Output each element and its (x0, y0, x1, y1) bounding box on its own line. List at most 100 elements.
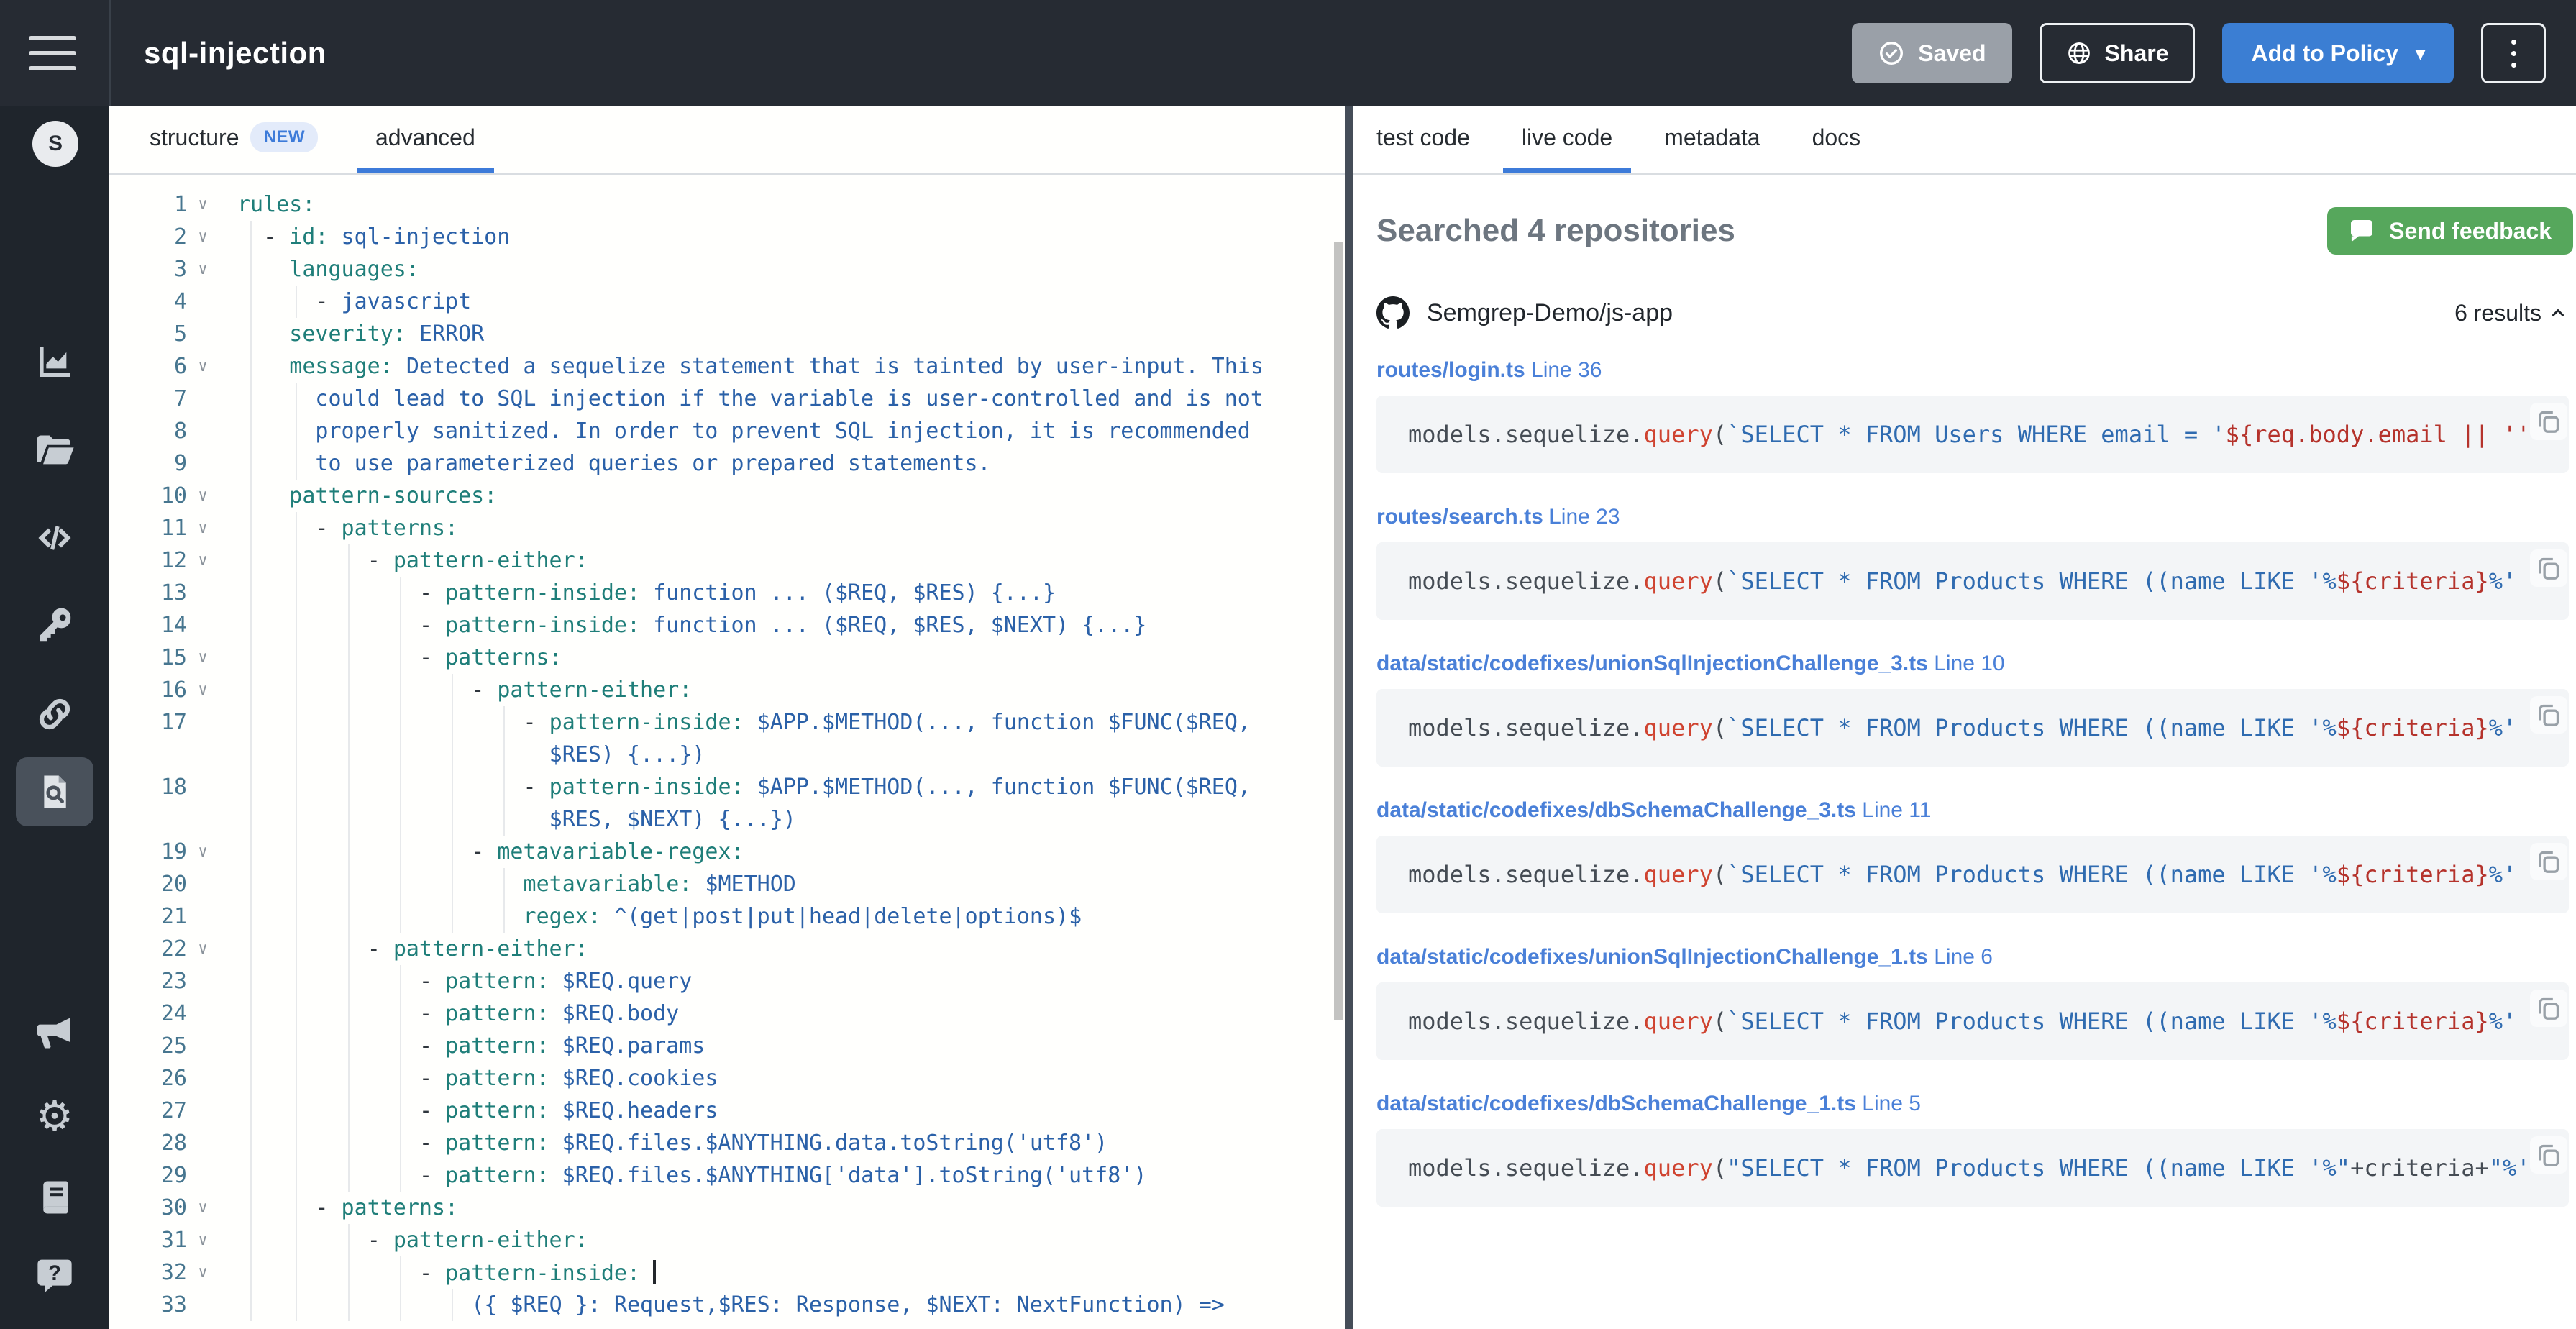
fold-chevron-icon[interactable]: ∨ (187, 228, 219, 246)
result-file-name[interactable]: data/static/codefixes/unionSqlInjectionC… (1376, 652, 1928, 675)
fold-chevron-icon[interactable]: ∨ (187, 649, 219, 667)
fold-chevron-icon[interactable]: ∨ (187, 552, 219, 570)
tab-structure[interactable]: structure NEW (131, 106, 337, 173)
avatar[interactable]: S (32, 121, 78, 167)
code-line: 25- pattern: $REQ.params (109, 1030, 1345, 1062)
result-file-link[interactable]: data/static/codefixes/dbSchemaChallenge_… (1376, 1092, 2569, 1116)
settings-gear-icon[interactable]: ⚙ (0, 1092, 109, 1142)
line-number: 23 (109, 969, 187, 994)
code-lines: 1∨rules:2∨- id: sql-injection3∨languages… (109, 188, 1345, 1321)
code-line: 28- pattern: $REQ.files.$ANYTHING.data.t… (109, 1127, 1345, 1159)
fold-chevron-icon[interactable]: ∨ (187, 1231, 219, 1249)
copy-icon[interactable] (2530, 843, 2567, 880)
fold-chevron-icon[interactable]: ∨ (187, 940, 219, 958)
result-code-block: models.sequelize.query(`SELECT * FROM Us… (1376, 396, 2569, 473)
code-line: 10∨pattern-sources: (109, 480, 1345, 512)
fold-chevron-icon[interactable]: ∨ (187, 196, 219, 214)
code-line: 4- javascript (109, 286, 1345, 318)
docs-book-icon[interactable] (0, 1172, 109, 1223)
line-number: 26 (109, 1066, 187, 1091)
result-file-link[interactable]: data/static/codefixes/dbSchemaChallenge_… (1376, 798, 2569, 823)
result-file-name[interactable]: routes/search.ts (1376, 505, 1543, 529)
result-line-label: Line 5 (1856, 1092, 1921, 1115)
code-line: 27- pattern: $REQ.headers (109, 1095, 1345, 1127)
fold-chevron-icon[interactable]: ∨ (187, 1199, 219, 1217)
code-line: 22∨- pattern-either: (109, 933, 1345, 965)
fold-chevron-icon[interactable]: ∨ (187, 1264, 219, 1282)
announcements-megaphone-icon[interactable] (0, 1008, 109, 1059)
line-number: 2 (109, 224, 187, 250)
code-line: 8properly sanitized. In order to prevent… (109, 415, 1345, 447)
fold-chevron-icon[interactable]: ∨ (187, 519, 219, 537)
api-key-icon[interactable] (0, 601, 109, 652)
globe-icon (2066, 40, 2092, 66)
copy-icon[interactable] (2530, 403, 2567, 440)
result-file-link[interactable]: routes/login.ts Line 36 (1376, 358, 2569, 383)
tab-advanced[interactable]: advanced (357, 106, 494, 173)
repo-name: Semgrep-Demo/js-app (1427, 299, 2454, 327)
new-badge: NEW (250, 122, 318, 152)
result-file-name[interactable]: data/static/codefixes/unionSqlInjectionC… (1376, 945, 1928, 969)
panel-divider[interactable] (1345, 106, 1353, 1329)
saved-button[interactable]: Saved (1852, 23, 2011, 83)
code-line: 14- pattern-inside: function ... ($REQ, … (109, 609, 1345, 641)
result-file-name[interactable]: routes/login.ts (1376, 358, 1525, 382)
line-number: 19 (109, 839, 187, 864)
line-number: 4 (109, 289, 187, 314)
tab-docs[interactable]: docs (1794, 106, 1880, 173)
code-line: 5severity: ERROR (109, 318, 1345, 350)
copy-icon[interactable] (2530, 696, 2567, 734)
repo-header[interactable]: Semgrep-Demo/js-app 6 results (1376, 296, 2569, 329)
result-file-link[interactable]: routes/search.ts Line 23 (1376, 505, 2569, 529)
link-icon[interactable] (0, 689, 109, 739)
results-count-toggle[interactable]: 6 results (2454, 300, 2569, 326)
editor-document-search-icon[interactable] (16, 757, 93, 826)
result-item: routes/search.ts Line 23models.sequelize… (1376, 505, 2569, 620)
result-file-link[interactable]: data/static/codefixes/unionSqlInjectionC… (1376, 945, 2569, 969)
line-number: 21 (109, 904, 187, 929)
results-tab-bar: test code live code metadata docs (1353, 106, 2576, 175)
code-line: 20metavariable: $METHOD (109, 868, 1345, 900)
result-item: routes/login.ts Line 36 models.sequelize.… (1376, 358, 2569, 473)
line-number: 6 (109, 354, 187, 379)
send-feedback-button[interactable]: Send feedback (2327, 207, 2573, 255)
tab-test-code[interactable]: test code (1358, 106, 1489, 173)
share-button[interactable]: Share (2040, 23, 2196, 83)
line-number: 20 (109, 872, 187, 897)
tab-live-code[interactable]: live code (1503, 106, 1631, 173)
code-line: 32∨- pattern-inside: (109, 1256, 1345, 1289)
yaml-code-editor[interactable]: 1∨rules:2∨- id: sql-injection3∨languages… (109, 175, 1345, 1329)
code-line: 13- pattern-inside: function ... ($REQ, … (109, 577, 1345, 609)
fold-chevron-icon[interactable]: ∨ (187, 843, 219, 861)
line-number: 18 (109, 775, 187, 800)
copy-icon[interactable] (2530, 549, 2567, 587)
searched-heading: Searched 4 repositories (1376, 213, 1735, 249)
copy-icon[interactable] (2530, 1136, 2567, 1174)
code-icon[interactable] (0, 513, 109, 563)
code-line: 23- pattern: $REQ.query (109, 965, 1345, 997)
editor-scrollbar[interactable] (1334, 242, 1343, 1020)
code-line: 7could lead to SQL injection if the vari… (109, 383, 1345, 415)
result-file-name[interactable]: data/static/codefixes/dbSchemaChallenge_… (1376, 1092, 1856, 1115)
line-number: 3 (109, 257, 187, 282)
add-to-policy-button[interactable]: Add to Policy ▾ (2222, 23, 2454, 83)
result-line-label: Line 23 (1543, 505, 1620, 529)
analytics-icon[interactable] (0, 337, 109, 387)
fold-chevron-icon[interactable]: ∨ (187, 260, 219, 278)
line-number: 12 (109, 548, 187, 573)
fold-chevron-icon[interactable]: ∨ (187, 681, 219, 699)
hamburger-menu-icon[interactable] (29, 36, 76, 70)
tab-metadata[interactable]: metadata (1645, 106, 1778, 173)
top-bar: sql-injection Saved Share Add to Policy … (0, 0, 2576, 106)
code-line: 17- pattern-inside: $APP.$METHOD(..., fu… (109, 706, 1345, 739)
result-code-block: models.sequelize.query(`SELECT * FROM Pr… (1376, 689, 2569, 767)
fold-chevron-icon[interactable]: ∨ (187, 357, 219, 375)
fold-chevron-icon[interactable]: ∨ (187, 487, 219, 505)
help-icon[interactable]: ? (0, 1250, 109, 1300)
result-file-link[interactable]: data/static/codefixes/unionSqlInjectionC… (1376, 652, 2569, 676)
result-file-name[interactable]: data/static/codefixes/dbSchemaChallenge_… (1376, 798, 1856, 822)
projects-folder-icon[interactable] (0, 425, 109, 475)
kebab-menu-button[interactable] (2481, 23, 2546, 83)
copy-icon[interactable] (2530, 990, 2567, 1027)
line-number: 30 (109, 1195, 187, 1220)
